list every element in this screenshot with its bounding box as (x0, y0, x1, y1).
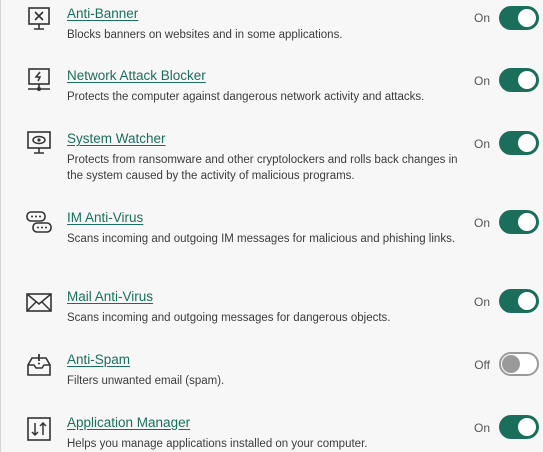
mail-anti-virus-toggle[interactable] (499, 289, 539, 313)
im-anti-virus-toggle[interactable] (499, 210, 539, 234)
component-title[interactable]: System Watcher (67, 131, 166, 146)
status-text: On (473, 74, 490, 88)
component-description: Protects from ransomware and other crypt… (67, 154, 458, 182)
anti-banner-toggle[interactable] (499, 6, 539, 30)
component-title[interactable]: Application Manager (67, 415, 190, 430)
toggle-knob (518, 71, 536, 89)
toggle-knob (518, 292, 536, 310)
component-title[interactable]: Anti-Spam (67, 352, 130, 367)
system-watcher-toggle[interactable] (499, 131, 539, 155)
status-text: On (473, 295, 490, 309)
toggle-knob (518, 213, 536, 231)
network-monitor-icon (25, 68, 53, 96)
status-text: On (473, 421, 490, 435)
app-manager-icon (25, 415, 53, 443)
component-description: Blocks banners on websites and in some a… (67, 29, 343, 41)
banner-block-icon (25, 6, 53, 34)
component-title[interactable]: IM Anti-Virus (67, 210, 143, 225)
status-text: Off (474, 358, 490, 372)
inbox-alert-icon (25, 352, 53, 380)
application-manager-toggle[interactable] (499, 415, 539, 439)
component-description: Scans incoming and outgoing messages for… (67, 312, 391, 324)
monitor-eye-icon (25, 131, 53, 159)
component-title[interactable]: Anti-Banner (67, 6, 138, 21)
component-description: Helps you manage applications installed … (67, 438, 368, 450)
toggle-knob (518, 134, 536, 152)
component-title[interactable]: Network Attack Blocker (67, 68, 206, 83)
component-description: Filters unwanted email (spam). (67, 375, 225, 387)
toggle-knob (502, 355, 520, 373)
component-description: Scans incoming and outgoing IM messages … (67, 233, 456, 245)
toggle-knob (518, 418, 536, 436)
toggle-knob (518, 9, 536, 27)
anti-spam-toggle[interactable] (499, 352, 539, 376)
component-description: Protects the computer against dangerous … (67, 91, 425, 103)
chat-bubbles-icon (25, 210, 53, 238)
protection-components-list: Anti-Banner Blocks banners on websites a… (0, 0, 543, 452)
network-attack-blocker-toggle[interactable] (499, 68, 539, 92)
status-text: On (473, 137, 490, 151)
status-text: On (473, 11, 490, 25)
component-title[interactable]: Mail Anti-Virus (67, 289, 153, 304)
status-text: On (473, 216, 490, 230)
envelope-icon (25, 289, 53, 317)
